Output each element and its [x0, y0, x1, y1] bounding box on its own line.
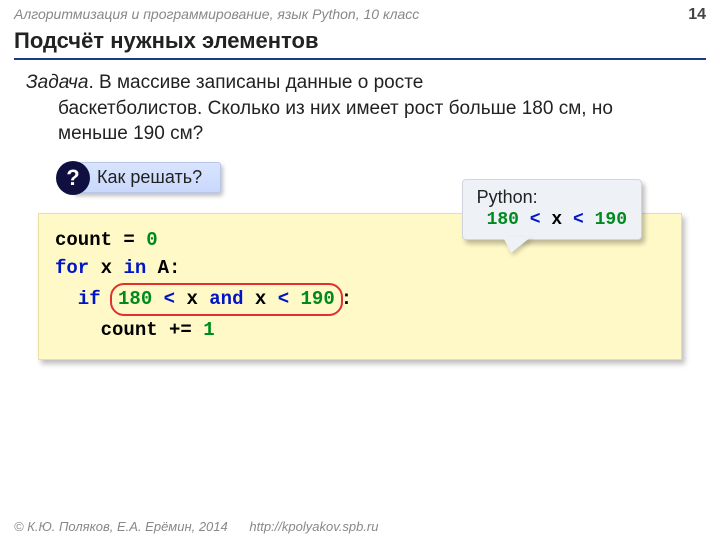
slide-footer: © К.Ю. Поляков, Е.А. Ерёмин, 2014 http:/…: [14, 519, 378, 534]
task-line2: баскетболистов. Сколько из них имеет рос…: [26, 96, 680, 147]
callout-expression: 180 < x < 190: [477, 209, 627, 232]
python-callout: Python: 180 < x < 190: [462, 179, 642, 240]
question-mark-icon: ?: [56, 161, 90, 195]
task-line1: . В массиве записаны данные о росте: [88, 72, 423, 93]
task-label: Задача: [26, 72, 88, 93]
callout-label: Python:: [477, 186, 627, 209]
condition-highlight: 180 < x and x < 190: [110, 283, 343, 317]
slide-title: Подсчёт нужных элементов: [14, 28, 706, 60]
course-title: Алгоритмизация и программирование, язык …: [14, 6, 419, 22]
copyright: © К.Ю. Поляков, Е.А. Ерёмин, 2014: [14, 519, 228, 534]
slide-header: Алгоритмизация и программирование, язык …: [0, 0, 720, 26]
callout-tail-icon: [503, 237, 531, 253]
footer-url: http://kpolyakov.spb.ru: [249, 519, 378, 534]
task-text: Задача. В массиве записаны данные о рост…: [26, 70, 680, 147]
question-text: Как решать?: [72, 162, 221, 193]
page-number: 14: [688, 6, 706, 24]
code-area: Python: 180 < x < 190 count = 0 for x in…: [38, 213, 682, 360]
